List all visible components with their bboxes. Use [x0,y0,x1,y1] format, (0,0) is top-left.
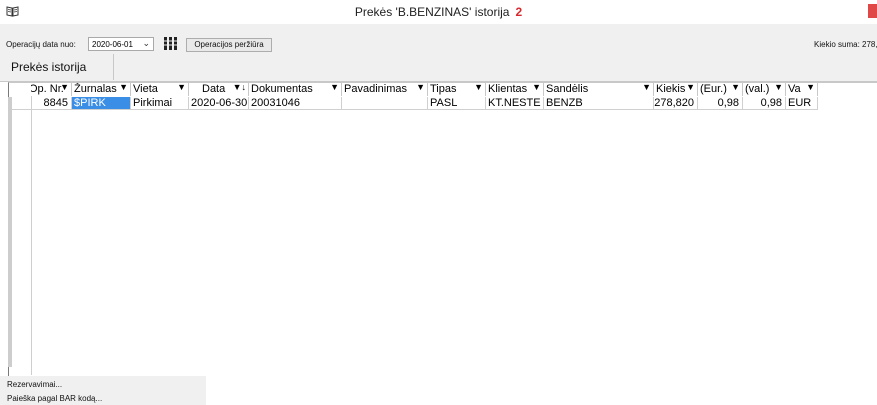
filter-arrow-icon[interactable]: ▼ [642,83,651,92]
title-bar: Prekės 'B.BENZINAS' istorija 2 [0,0,877,25]
column-header-name[interactable]: Pavadinimas ▼ [342,83,428,96]
header-label: Žurnalas [74,83,117,95]
header-label: Dokumentas [251,83,313,95]
table-cell[interactable]: 0,98 [743,97,786,110]
tab-item-history[interactable]: Prekės istorija [5,54,114,80]
column-header-place[interactable]: Vieta ▼ [131,83,189,96]
operation-preview-button[interactable]: Operacijos peržiūra [186,38,272,52]
filter-arrow-icon[interactable]: ▼ [532,83,541,92]
menu-item-barcode-search[interactable]: Paieška pagal BAR kodą... [7,394,102,403]
window-title-text: Prekės 'B.BENZINAS' istorija [354,5,510,19]
column-header-journal[interactable]: Žurnalas ▼ [72,83,131,96]
column-header-op-nr[interactable]: Op. Nr. ▼ [31,83,72,96]
date-from-value: 2020-06-01 [92,40,133,49]
toolbar: Operacijų data nuo: 2020-06-01 ⌄ Operaci… [0,24,877,54]
table-cell[interactable] [342,97,428,110]
header-label: Tipas [430,83,457,95]
filter-arrow-icon[interactable]: ▼ [806,83,815,92]
table-cell[interactable]: 20031046 [249,97,342,110]
column-header-price-eur[interactable]: (Eur.) ▼ [698,83,743,96]
table-cell[interactable]: 8845 [31,97,72,110]
table-cell-selected[interactable]: $PIRK [72,97,131,110]
filter-arrow-icon[interactable]: ▼ [731,83,740,92]
header-label: Klientas [488,83,528,95]
filter-arrow-icon[interactable]: ▼ [177,83,186,92]
header-label: Sandėlis [546,83,589,95]
filter-arrow-icon[interactable]: ▼ [774,83,783,92]
column-chooser-icon[interactable] [163,36,178,51]
title-badge: 2 [515,5,523,19]
window-title: Prekės 'B.BENZINAS' istorija 2 [0,5,877,19]
table-cell[interactable]: 2020-06-30 [189,97,249,110]
table-cell[interactable]: PASL [428,97,486,110]
row-indicator-column [9,83,32,375]
column-header-quantity[interactable]: Kiekis ▼ [654,83,698,96]
column-header-type[interactable]: Tipas ▼ [428,83,486,96]
chevron-down-icon[interactable]: ⌄ [142,38,150,49]
column-header-currency[interactable]: Va ▼ [786,83,818,96]
column-header-date[interactable]: Data ▼↓ [189,83,249,96]
date-from-label: Operacijų data nuo: [6,40,76,49]
filter-arrow-icon[interactable]: ▼ [119,83,128,92]
table-cell[interactable]: EUR [786,97,818,110]
column-header-client[interactable]: Klientas ▼ [486,83,544,96]
table-cell[interactable]: 278,820 [654,97,698,110]
header-label: Kiekis [656,83,686,95]
filter-arrow-icon[interactable]: ▼ [686,83,695,92]
filter-arrow-icon[interactable]: ▼ [330,83,339,92]
date-from-picker[interactable]: 2020-06-01 ⌄ [88,37,154,51]
header-label: Data [202,83,226,95]
table-cell[interactable]: KT.NESTE [486,97,544,110]
table-cell[interactable]: 0,98 [698,97,743,110]
data-grid [8,82,877,376]
vertical-scrollbar[interactable] [8,97,12,367]
filter-arrow-icon[interactable]: ▼ [416,83,425,92]
table-cell[interactable]: BENZB [544,97,654,110]
table-cell[interactable]: Pirkimai [131,97,189,110]
filter-arrow-icon[interactable]: ▼ [474,83,483,92]
column-header-document[interactable]: Dokumentas ▼ [249,83,342,96]
context-menu: Rezervavimai... Paieška pagal BAR kodą..… [0,376,206,405]
header-label: Pavadinimas [344,83,407,95]
quantity-sum-label: Kiekio suma: 278,8 [814,40,877,49]
sort-arrow-icon[interactable]: ▼↓ [233,83,246,92]
filter-arrow-icon[interactable]: ▼ [60,83,69,92]
row-indicator[interactable] [9,97,31,110]
column-header-warehouse[interactable]: Sandėlis ▼ [544,83,654,96]
header-label: Va [788,83,801,95]
tab-strip: Prekės istorija [0,54,877,82]
menu-item-reservations[interactable]: Rezervavimai... [7,380,62,389]
close-button[interactable] [868,4,877,18]
header-label: (Eur.) [700,83,727,95]
header-label: Vieta [133,83,158,95]
column-header-price-val[interactable]: (val.) ▼ [743,83,786,96]
header-label: Op. Nr. [31,83,64,95]
header-label: (val.) [745,83,770,95]
